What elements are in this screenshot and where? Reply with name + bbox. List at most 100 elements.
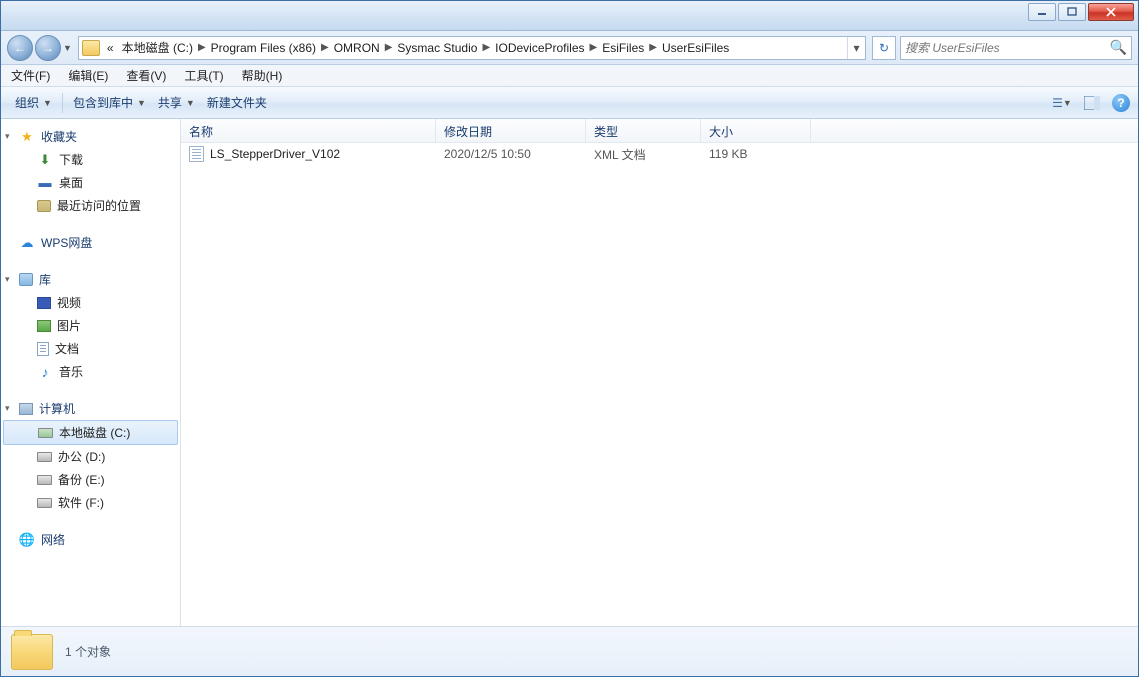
- sidebar-item-recent[interactable]: 最近访问的位置: [1, 194, 180, 217]
- menu-edit[interactable]: 编辑(E): [64, 65, 112, 86]
- breadcrumb-item[interactable]: EsiFiles: [598, 41, 648, 55]
- sidebar-item-label: 软件 (F:): [58, 494, 104, 511]
- organize-button[interactable]: 组织 ▼: [9, 90, 58, 115]
- sidebar-item-network[interactable]: 🌐 网络: [1, 528, 180, 551]
- chevron-right-icon[interactable]: ▶: [481, 42, 491, 53]
- sidebar-item-desktop[interactable]: ▬桌面: [1, 171, 180, 194]
- share-button[interactable]: 共享 ▼: [152, 90, 201, 115]
- xml-file-icon: [189, 146, 204, 162]
- preview-pane-button[interactable]: [1082, 93, 1102, 113]
- sidebar-item-label: 音乐: [59, 363, 83, 380]
- breadcrumb-item[interactable]: Sysmac Studio: [393, 41, 481, 55]
- computer-icon: [19, 403, 33, 415]
- sidebar-item-music[interactable]: ♪ 音乐: [1, 360, 180, 383]
- refresh-icon: ↻: [879, 41, 889, 55]
- search-box[interactable]: 🔍: [900, 36, 1132, 60]
- column-size[interactable]: 大小: [701, 119, 811, 142]
- help-button[interactable]: ?: [1112, 94, 1130, 112]
- collapse-icon: ▾: [5, 403, 10, 414]
- titlebar: [1, 1, 1138, 31]
- drive-icon: [37, 498, 52, 508]
- search-icon: 🔍: [1110, 39, 1127, 56]
- sidebar-item-documents[interactable]: 文档: [1, 337, 180, 360]
- sidebar-head-libraries[interactable]: ▾库: [1, 268, 180, 291]
- breadcrumb-item[interactable]: IODeviceProfiles: [491, 41, 588, 55]
- newfolder-label: 新建文件夹: [207, 94, 267, 111]
- toolbar: 组织 ▼ 包含到库中 ▼ 共享 ▼ 新建文件夹 ☰▼ ?: [1, 87, 1138, 119]
- sidebar-item-downloads[interactable]: ⬇下载: [1, 148, 180, 171]
- separator: [62, 93, 63, 113]
- menu-tools[interactable]: 工具(T): [180, 65, 227, 86]
- sidebar-item-drive-d[interactable]: 办公 (D:): [1, 445, 180, 468]
- breadcrumb-item[interactable]: OMRON: [330, 41, 384, 55]
- close-icon: [1106, 7, 1116, 17]
- file-row[interactable]: LS_StepperDriver_V102 2020/12/5 10:50 XM…: [181, 143, 1138, 165]
- file-type-cell: XML 文档: [586, 146, 701, 163]
- column-type[interactable]: 类型: [586, 119, 701, 142]
- maximize-button[interactable]: [1058, 3, 1086, 21]
- sidebar-head-favorites[interactable]: ▾ ★ 收藏夹: [1, 125, 180, 148]
- library-icon: [19, 273, 33, 286]
- menu-view[interactable]: 查看(V): [122, 65, 170, 86]
- sidebar-item-pictures[interactable]: 图片: [1, 314, 180, 337]
- search-input[interactable]: [905, 41, 1110, 55]
- close-button[interactable]: [1088, 3, 1134, 21]
- sidebar-item-label: 网络: [41, 531, 65, 548]
- history-dropdown[interactable]: ▼: [63, 43, 72, 53]
- collapse-icon: ▾: [5, 274, 10, 285]
- drive-icon: [37, 452, 52, 462]
- body: ▾ ★ 收藏夹 ⬇下载 ▬桌面 最近访问的位置 ☁WPS网盘 ▾库 视频 图片 文档…: [1, 119, 1138, 626]
- explorer-window: ← → ▼ « 本地磁盘 (C:)▶ Program Files (x86)▶ …: [0, 0, 1139, 677]
- statusbar: 1 个对象: [1, 626, 1138, 676]
- music-icon: ♪: [37, 364, 53, 380]
- sidebar-item-label: 图片: [57, 317, 81, 334]
- sidebar-item-drive-e[interactable]: 备份 (E:): [1, 468, 180, 491]
- chevron-right-icon[interactable]: ▶: [320, 42, 330, 53]
- menu-file[interactable]: 文件(F): [7, 65, 54, 86]
- download-icon: ⬇: [37, 152, 53, 168]
- recent-icon: [37, 200, 51, 212]
- column-name[interactable]: 名称: [181, 119, 436, 142]
- forward-button[interactable]: →: [35, 35, 61, 61]
- breadcrumb-item[interactable]: Program Files (x86): [207, 41, 320, 55]
- breadcrumb-item[interactable]: 本地磁盘 (C:): [118, 39, 197, 56]
- new-folder-button[interactable]: 新建文件夹: [201, 90, 273, 115]
- back-button[interactable]: ←: [7, 35, 33, 61]
- sidebar-item-videos[interactable]: 视频: [1, 291, 180, 314]
- network-icon: 🌐: [19, 532, 35, 548]
- include-library-button[interactable]: 包含到库中 ▼: [67, 90, 152, 115]
- chevron-right-icon[interactable]: ▶: [384, 42, 394, 53]
- chevron-right-icon[interactable]: ▶: [197, 42, 207, 53]
- status-text: 1 个对象: [65, 643, 111, 660]
- file-list[interactable]: LS_StepperDriver_V102 2020/12/5 10:50 XM…: [181, 143, 1138, 626]
- desktop-icon: ▬: [37, 175, 53, 191]
- sidebar-item-wps[interactable]: ☁WPS网盘: [1, 231, 180, 254]
- breadcrumb-item[interactable]: UserEsiFiles: [658, 41, 733, 55]
- sidebar-item-drive-f[interactable]: 软件 (F:): [1, 491, 180, 514]
- folder-large-icon: [11, 634, 53, 670]
- collapse-icon: ▾: [5, 131, 10, 142]
- breadcrumb-overflow[interactable]: «: [103, 41, 118, 55]
- navbar: ← → ▼ « 本地磁盘 (C:)▶ Program Files (x86)▶ …: [1, 31, 1138, 65]
- help-icon: ?: [1117, 96, 1124, 110]
- chevron-right-icon[interactable]: ▶: [648, 42, 658, 53]
- sidebar-item-drive-c[interactable]: 本地磁盘 (C:): [3, 420, 178, 445]
- nav-history: ← → ▼: [7, 35, 72, 61]
- sidebar-label: 收藏夹: [41, 128, 77, 145]
- menu-help[interactable]: 帮助(H): [238, 65, 287, 86]
- address-bar[interactable]: « 本地磁盘 (C:)▶ Program Files (x86)▶ OMRON▶…: [78, 36, 866, 60]
- video-icon: [37, 297, 51, 309]
- star-icon: ★: [19, 129, 35, 145]
- chevron-right-icon[interactable]: ▶: [589, 42, 599, 53]
- minimize-button[interactable]: [1028, 3, 1056, 21]
- chevron-down-icon: ▼: [1063, 98, 1072, 108]
- address-dropdown[interactable]: ▾: [847, 37, 865, 59]
- view-options-button[interactable]: ☰▼: [1052, 93, 1072, 113]
- column-date[interactable]: 修改日期: [436, 119, 586, 142]
- arrow-left-icon: ←: [14, 41, 26, 55]
- sidebar-computer: ▾计算机 本地磁盘 (C:) 办公 (D:) 备份 (E:) 软件 (F:): [1, 397, 180, 514]
- arrow-right-icon: →: [42, 41, 54, 55]
- folder-icon: [82, 40, 100, 56]
- sidebar-head-computer[interactable]: ▾计算机: [1, 397, 180, 420]
- refresh-button[interactable]: ↻: [872, 36, 896, 60]
